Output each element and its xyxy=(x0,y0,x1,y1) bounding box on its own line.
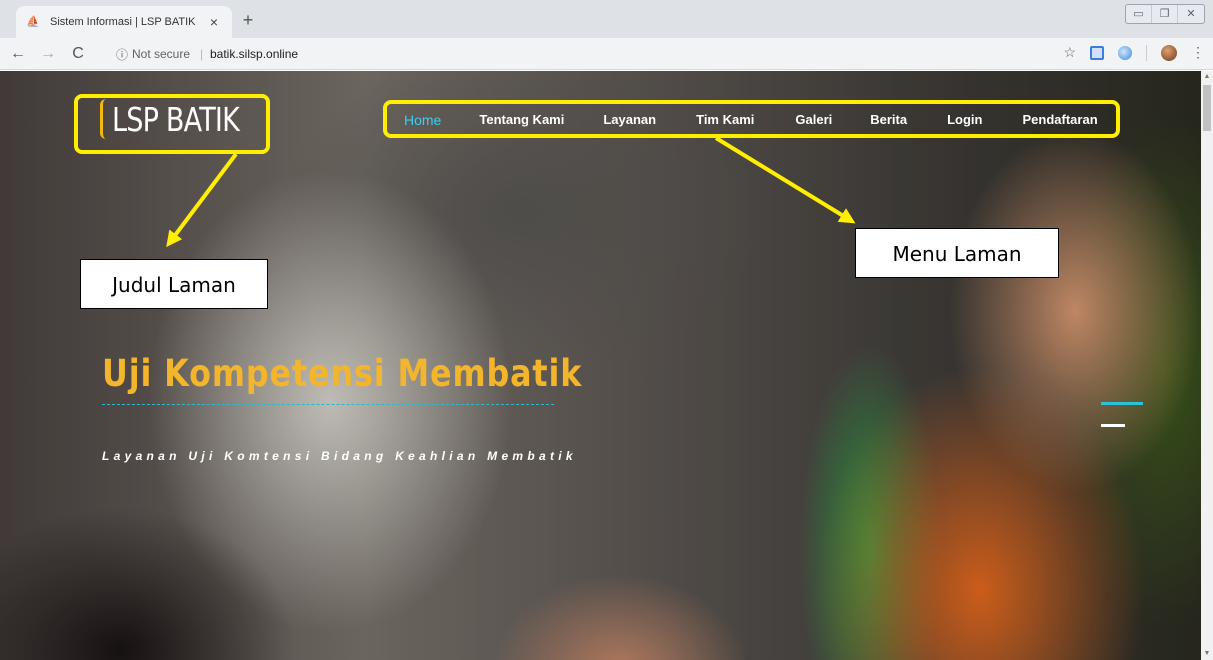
extension-icon[interactable] xyxy=(1090,45,1104,60)
slider-indicator-active[interactable] xyxy=(1101,402,1143,405)
favicon-icon: ⛵ xyxy=(26,16,40,28)
menu-laman-callout: Menu Laman xyxy=(855,228,1059,278)
menu-highlight-box xyxy=(383,100,1120,138)
browser-tab[interactable]: ⛵ Sistem Informasi | LSP BATIK × xyxy=(16,6,232,38)
toolbar-actions: ☆ ⋮ xyxy=(1063,44,1205,61)
security-label: Not secure xyxy=(132,47,191,61)
scrollbar[interactable]: ▲ ▼ xyxy=(1201,71,1213,660)
tab-title: Sistem Informasi | LSP BATIK xyxy=(50,16,196,28)
reload-icon[interactable]: C xyxy=(66,45,90,63)
url-text[interactable]: batik.silsp.online xyxy=(210,47,298,61)
browser-toolbar: ← → C ⓘ Not secure | batik.silsp.online … xyxy=(0,38,1213,70)
slider-indicator[interactable] xyxy=(1101,424,1125,427)
scroll-up-icon[interactable]: ▲ xyxy=(1201,71,1213,83)
extension-icon[interactable] xyxy=(1118,45,1132,60)
close-tab-icon[interactable]: × xyxy=(206,14,222,30)
address-bar[interactable]: ⓘ Not secure | batik.silsp.online xyxy=(102,42,1213,66)
hero-title: Uji Kompetensi Membatik xyxy=(102,352,583,395)
star-icon[interactable]: ☆ xyxy=(1063,44,1076,61)
info-icon[interactable]: ⓘ xyxy=(116,46,128,63)
tab-bar: ⛵ Sistem Informasi | LSP BATIK × + ▭ ❐ ✕ xyxy=(0,0,1213,38)
toolbar-divider xyxy=(1146,44,1147,61)
scroll-thumb[interactable] xyxy=(1203,85,1211,131)
new-tab-button[interactable]: + xyxy=(238,10,258,31)
forward-icon[interactable]: → xyxy=(36,45,60,63)
hero-subtitle: Layanan Uji Komtensi Bidang Keahlian Mem… xyxy=(102,449,577,463)
logo-highlight-box xyxy=(74,94,270,154)
restore-icon[interactable]: ❐ xyxy=(1152,5,1178,23)
hero-divider xyxy=(102,404,554,405)
judul-laman-callout: Judul Laman xyxy=(80,259,268,309)
minimize-icon[interactable]: ▭ xyxy=(1126,5,1152,23)
window-controls: ▭ ❐ ✕ xyxy=(1125,4,1205,24)
scroll-down-icon[interactable]: ▼ xyxy=(1201,648,1213,660)
url-separator: | xyxy=(200,47,204,61)
menu-icon[interactable]: ⋮ xyxy=(1191,44,1205,61)
back-icon[interactable]: ← xyxy=(6,45,30,63)
close-window-icon[interactable]: ✕ xyxy=(1178,5,1204,23)
profile-icon[interactable] xyxy=(1161,44,1177,61)
